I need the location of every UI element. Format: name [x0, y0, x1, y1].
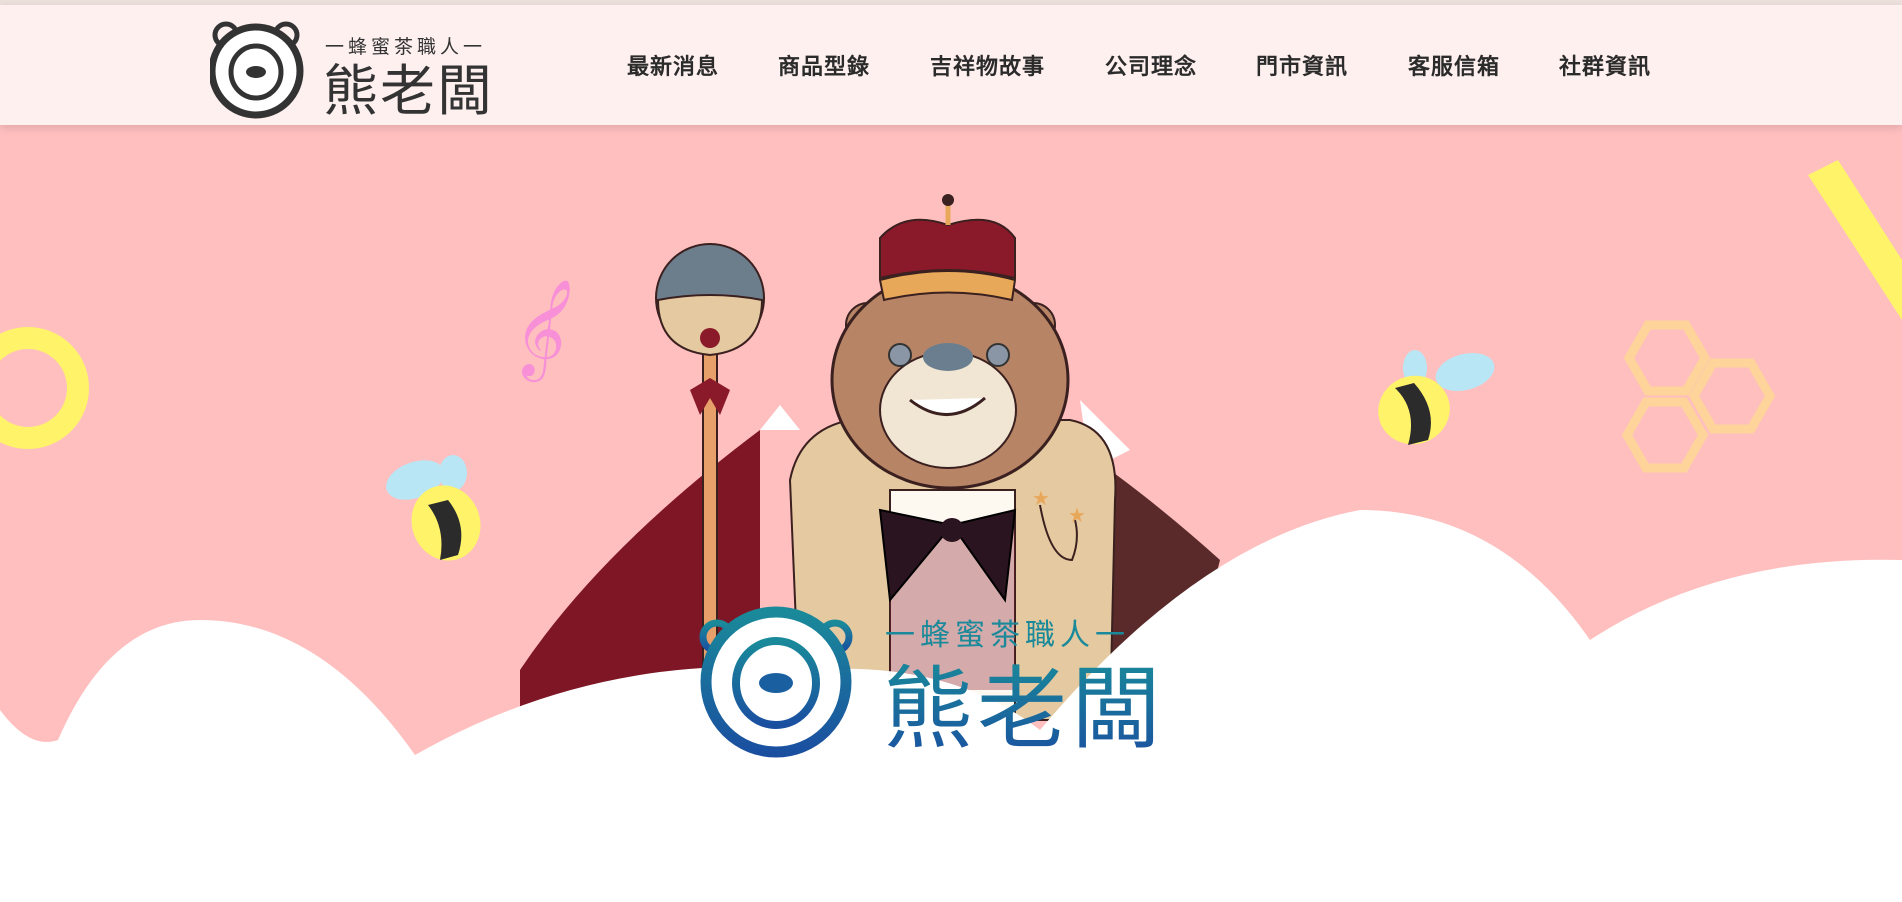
honeycomb-icon [1621, 320, 1776, 473]
svg-text:★: ★ [1032, 486, 1050, 510]
crown-icon [878, 194, 1017, 302]
hero-banner: 𝄞 ★ ★ 一蜂蜜茶職人一 熊老闆 [0, 125, 1902, 902]
svg-text:𝄞: 𝄞 [501, 268, 585, 388]
bee-icon [386, 455, 481, 561]
logo-wordmark: 熊老闆 [323, 59, 494, 120]
svg-text:★: ★ [1068, 503, 1086, 527]
stripe-decoration [1808, 160, 1902, 320]
nav-item-news[interactable]: 最新消息 [627, 49, 719, 81]
site-header: 一蜂蜜茶職人一 熊老闆 最新消息 商品型錄 吉祥物故事 公司理念 門市資訊 客服… [0, 5, 1902, 125]
nav-item-contact[interactable]: 客服信箱 [1408, 49, 1500, 81]
brand-wordmark: 熊老闆 [883, 657, 1165, 762]
nav-item-stores[interactable]: 門市資訊 [1256, 49, 1348, 81]
nav-item-catalog[interactable]: 商品型錄 [778, 49, 870, 81]
logo-tagline: 一蜂蜜茶職人一 [325, 36, 486, 58]
nav-item-philosophy[interactable]: 公司理念 [1105, 49, 1197, 81]
nav-item-social[interactable]: 社群資訊 [1559, 49, 1651, 81]
site-logo[interactable]: 一蜂蜜茶職人一 熊老闆 [208, 15, 520, 123]
bear-logo-icon [208, 21, 304, 119]
nav-item-mascot-story[interactable]: 吉祥物故事 [930, 49, 1045, 81]
treble-clef-icon: 𝄞 [501, 268, 585, 388]
bee-icon [1378, 350, 1495, 445]
bear-logo-icon [699, 606, 853, 758]
brand-logo: 一蜂蜜茶職人一 熊老闆 [695, 600, 1205, 890]
brand-tagline: 一蜂蜜茶職人一 [885, 618, 1130, 653]
ring-icon [0, 327, 89, 449]
